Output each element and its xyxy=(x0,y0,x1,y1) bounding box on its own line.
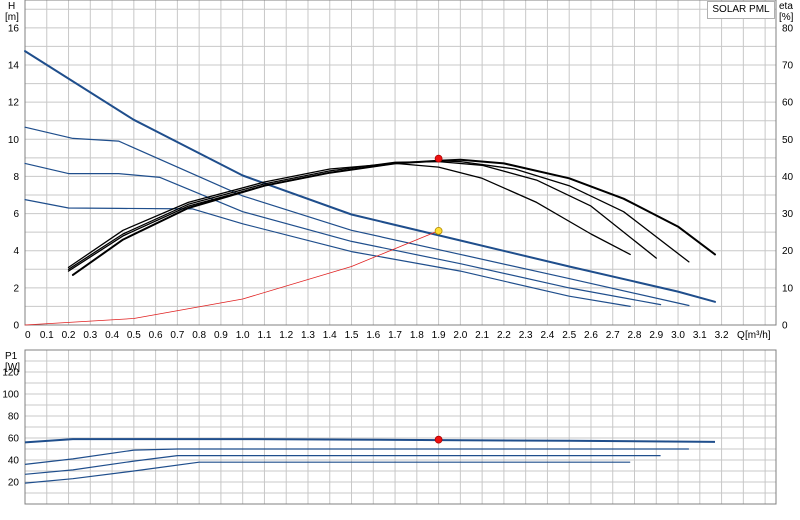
x-tick-label: 1.9 xyxy=(432,330,446,341)
x-tick-label: 3.0 xyxy=(671,330,685,341)
x-tick-label: 1.0 xyxy=(236,330,250,341)
x-tick-label: 1.5 xyxy=(345,330,359,341)
h-tick-label: 16 xyxy=(8,23,20,34)
p1-tick-label: 120 xyxy=(2,368,19,379)
eta-tick-label: 20 xyxy=(782,246,794,257)
h-axis-unit: [m] xyxy=(5,12,19,23)
x-tick-label: 2.3 xyxy=(519,330,533,341)
p1-tick-label: 20 xyxy=(8,478,20,489)
eta-tick-label: 10 xyxy=(782,283,794,294)
eta-axis-unit: [%] xyxy=(779,12,794,23)
x-tick-label: 0.7 xyxy=(170,330,184,341)
p1-tick-label: 40 xyxy=(8,456,20,467)
x-tick-label: 0.9 xyxy=(214,330,228,341)
h-tick-label: 0 xyxy=(13,321,19,332)
duty-point-power-marker xyxy=(434,435,443,444)
x-tick-label: 1.1 xyxy=(257,330,271,341)
x-tick-label: 0.5 xyxy=(127,330,141,341)
x-tick-label: 2.4 xyxy=(540,330,554,341)
x-tick-label: 3.2 xyxy=(715,330,729,341)
duty-point-head-marker xyxy=(434,226,443,235)
x-tick-label: 1.6 xyxy=(366,330,380,341)
x-tick-label: 1.4 xyxy=(323,330,337,341)
power-curve xyxy=(24,438,716,444)
p1-tick-label: 80 xyxy=(8,412,20,423)
x-tick-label: 0.4 xyxy=(105,330,119,341)
x-tick-label: 0.1 xyxy=(40,330,54,341)
x-tick-label: 2.1 xyxy=(475,330,489,341)
eta-tick-label: 0 xyxy=(782,321,788,332)
x-tick-label: 0.2 xyxy=(62,330,76,341)
h-tick-label: 6 xyxy=(13,209,19,220)
x-tick-label: 2.5 xyxy=(562,330,576,341)
x-tick-label: 2.2 xyxy=(497,330,511,341)
p1-axis-title: P1 xyxy=(5,351,18,362)
tick-labels: 0 0.1 0.2 0.3 0.4 0.5 0.6 0.7 0.8 0.9 1.0 1.1 1.2 1.3… xyxy=(2,23,793,488)
eta-tick-label: 60 xyxy=(782,98,794,109)
h-tick-label: 2 xyxy=(13,283,19,294)
h-tick-label: 10 xyxy=(8,135,20,146)
p1-tick-label: 60 xyxy=(8,434,20,445)
legend-box: SOLAR PML xyxy=(707,1,775,19)
eta-tick-label: 50 xyxy=(782,135,794,146)
x-tick-label: 0.3 xyxy=(83,330,97,341)
x-tick-label: 1.7 xyxy=(388,330,402,341)
h-tick-label: 12 xyxy=(8,98,20,109)
eta-tick-label: 30 xyxy=(782,209,794,220)
p1-tick-label: 100 xyxy=(2,390,19,401)
eta-tick-label: 80 xyxy=(782,23,794,34)
eta-axis-title: eta xyxy=(779,1,793,12)
eta-tick-label: 70 xyxy=(782,61,794,72)
x-tick-label: 0.8 xyxy=(192,330,206,341)
eta-tick-label: 40 xyxy=(782,172,794,183)
q-axis-title: Q xyxy=(737,330,745,341)
efficiency-curve xyxy=(71,158,716,276)
h-tick-label: 8 xyxy=(13,172,19,183)
h-tick-label: 14 xyxy=(8,61,20,72)
x-tick-label: 1.8 xyxy=(410,330,424,341)
bottom-chart-grid xyxy=(24,349,776,504)
x-tick-label: 2.9 xyxy=(649,330,663,341)
h-axis-title: H xyxy=(8,1,15,12)
x-tick-label: 1.3 xyxy=(301,330,315,341)
pump-performance-chart: H [m] eta [%] Q [m³/h] P1 [W] 0 0.1 0.2 0.3… xyxy=(2,0,794,505)
q-axis-unit: [m³/h] xyxy=(745,330,771,341)
x-tick-label: 1.2 xyxy=(279,330,293,341)
x-tick-label: 3.1 xyxy=(693,330,707,341)
x-tick-label: 0.6 xyxy=(149,330,163,341)
head-curve xyxy=(24,199,631,307)
x-tick-label: 2.0 xyxy=(453,330,467,341)
h-tick-label: 4 xyxy=(13,246,19,257)
system-curve xyxy=(24,230,440,326)
x-tick-label: 2.7 xyxy=(606,330,620,341)
x-tick-label: 0 xyxy=(25,330,31,341)
x-tick-label: 2.6 xyxy=(584,330,598,341)
duty-point-eta-marker xyxy=(434,154,443,163)
power-curve xyxy=(24,461,631,484)
series-layer xyxy=(24,50,716,484)
x-tick-label: 2.8 xyxy=(628,330,642,341)
